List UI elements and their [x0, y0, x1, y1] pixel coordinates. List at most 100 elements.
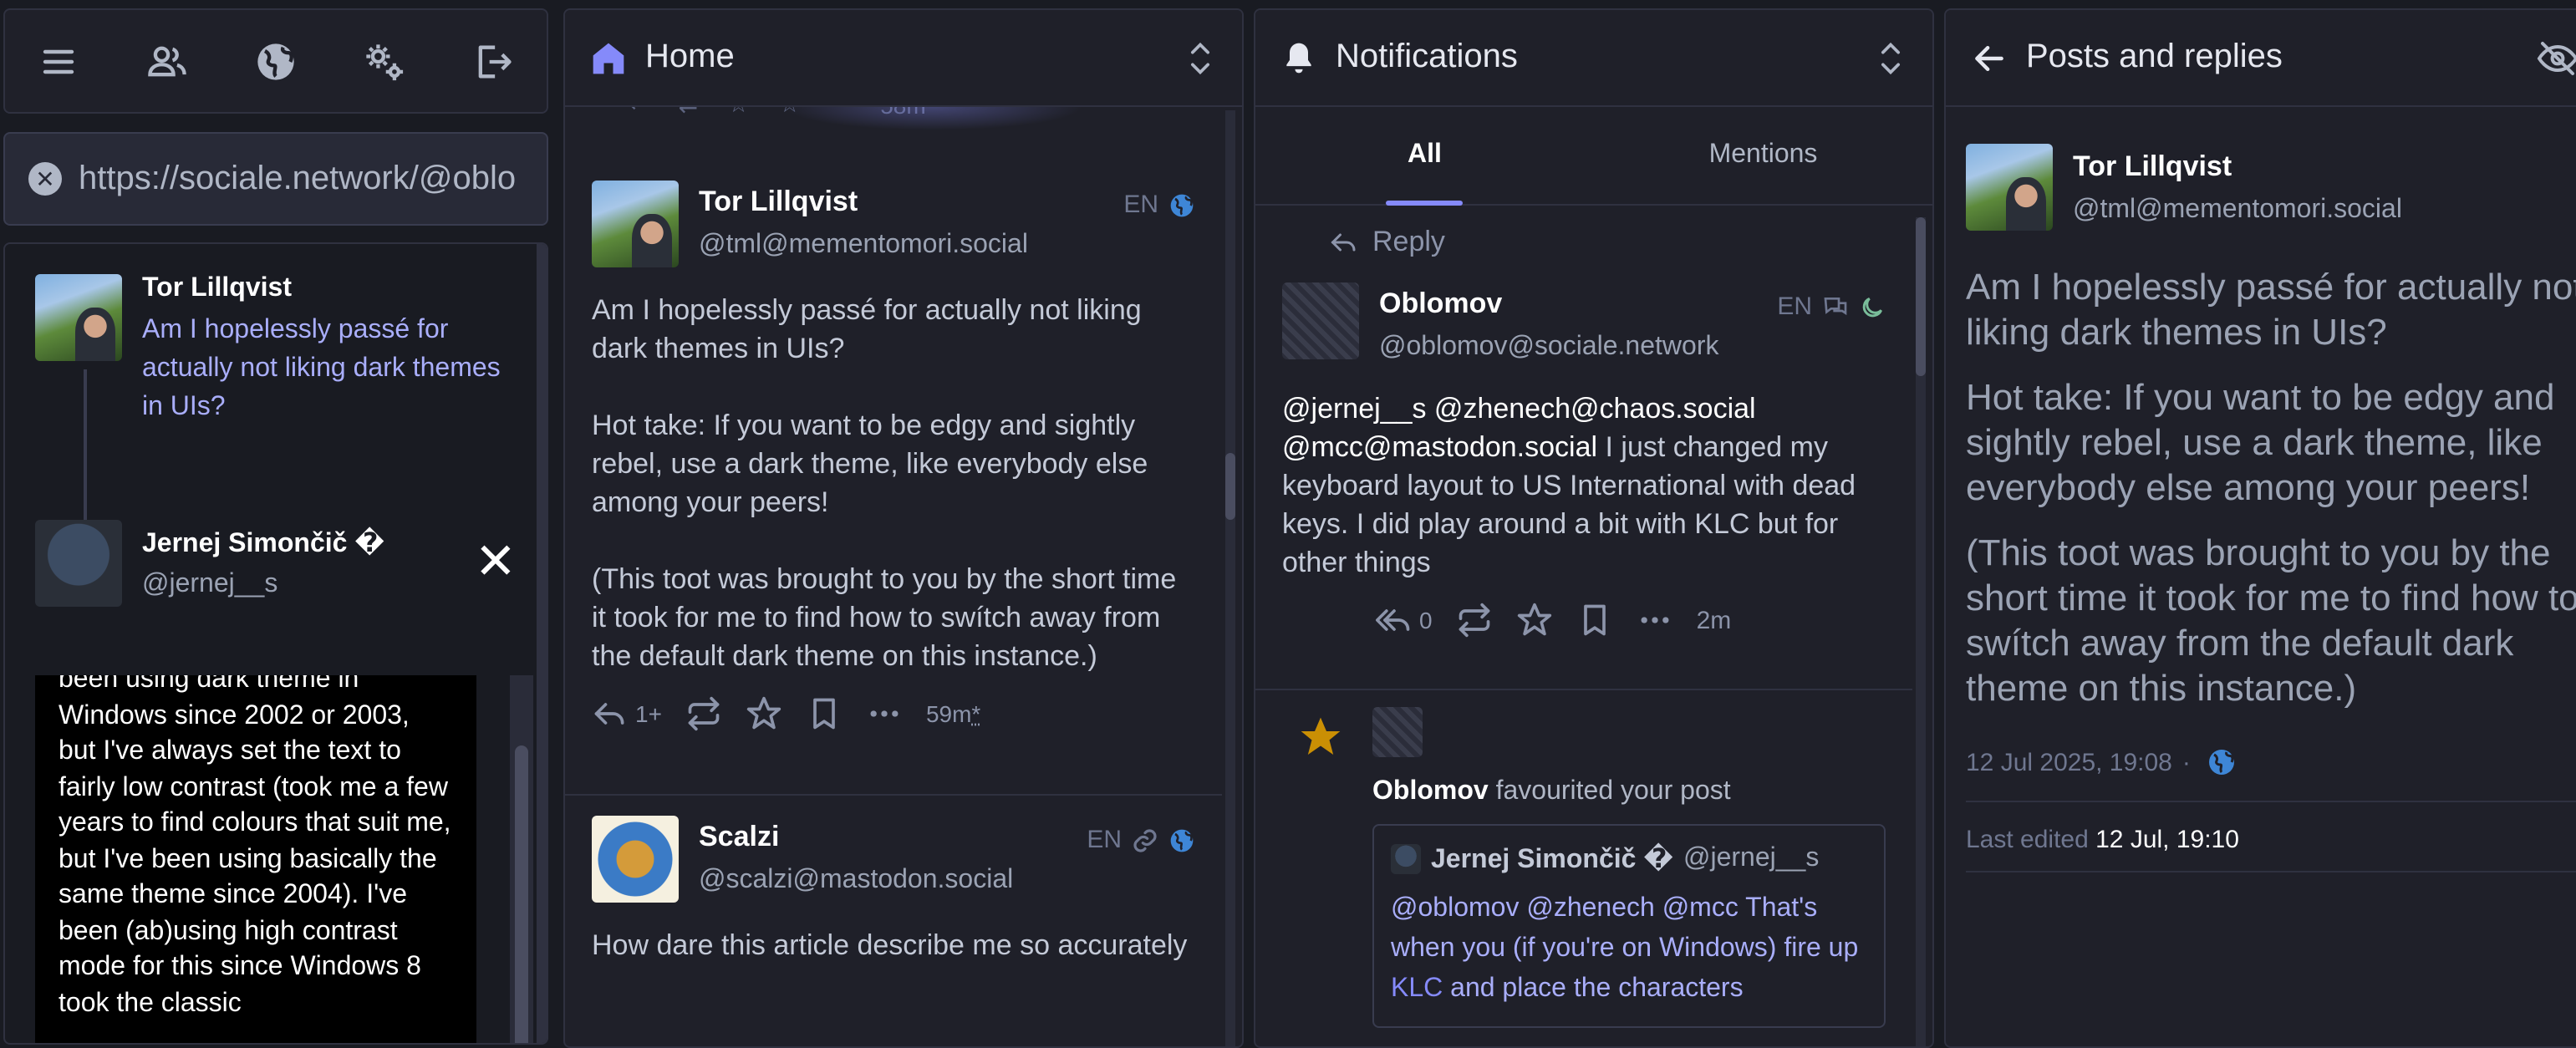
column-settings-icon[interactable] [1182, 39, 1219, 76]
avatar[interactable] [1966, 144, 2053, 231]
column-settings-icon[interactable] [1872, 39, 1909, 76]
globe-icon[interactable] [251, 36, 301, 86]
textarea-scroll-thumb[interactable] [515, 745, 528, 1043]
public-globe-icon [1168, 827, 1195, 853]
cancel-reply-icon[interactable]: ✕ [475, 537, 517, 588]
status-content: Am I hopelessly passé for actually not l… [592, 291, 1195, 675]
nav-bar-panel [3, 8, 548, 114]
home-icon [588, 38, 629, 78]
posts-header[interactable]: Posts and replies [1946, 10, 2576, 107]
reply-icon [1331, 233, 1356, 252]
more-button[interactable] [866, 695, 903, 732]
notifications-header[interactable]: Notifications [1255, 10, 1932, 107]
favourite-button[interactable] [746, 695, 782, 732]
status-card[interactable]: Tor Lillqvist @tml@mementomori.social EN… [565, 160, 1222, 796]
status-content: @jernej__s @zhenech@chaos.social @mcc@ma… [1282, 389, 1886, 582]
avatar[interactable] [1372, 707, 1423, 757]
avatar[interactable] [592, 181, 679, 267]
more-button[interactable] [1637, 602, 1673, 638]
notifications-scroll-thumb[interactable] [1916, 217, 1926, 376]
reply-button[interactable]: 1+ [592, 695, 662, 732]
star-icon[interactable]: ☆ [728, 107, 749, 119]
status-paragraph: How dare this article describe me so acc… [592, 929, 1188, 961]
status-author-name[interactable]: Scalzi [699, 821, 1087, 854]
more-icon [1641, 617, 1669, 623]
boost-button[interactable] [685, 695, 722, 732]
tab-mentions[interactable]: Mentions [1594, 107, 1932, 204]
status-time[interactable]: 59m* [926, 700, 980, 727]
klc-link[interactable]: KLC [1391, 974, 1443, 1003]
status-time[interactable]: 2m [1697, 606, 1732, 634]
link-icon [1132, 827, 1158, 853]
compose-account: Jernej Simončič � @jernej__s ✕ [35, 520, 517, 607]
status-paragraph: (This toot was brought to you by the sho… [592, 563, 1177, 672]
post-author-name[interactable]: Tor Lillqvist [2073, 150, 2576, 184]
avatar[interactable] [1282, 282, 1359, 359]
divider [1966, 801, 2576, 802]
reply-label: Reply [1372, 226, 1445, 257]
edit-history[interactable]: Last edited 12 Jul, 19:10 [1966, 826, 2576, 854]
post-metadata: 12 Jul 2025, 19:08 · [1966, 747, 2576, 777]
status-author-name[interactable]: Oblomov [1379, 287, 1777, 321]
home-title: Home [645, 38, 735, 75]
reply-author-name: Tor Lillqvist [142, 274, 292, 303]
status-paragraph: Am I hopelessly passé for actually not l… [592, 294, 1142, 364]
compose-scrollbar[interactable] [537, 244, 547, 1043]
clear-search-icon[interactable]: ✕ [28, 162, 62, 196]
favourite-actor[interactable]: Oblomov [1372, 777, 1489, 806]
boost-button[interactable] [1456, 602, 1493, 638]
menu-icon[interactable] [34, 36, 84, 86]
quoted-author-name: Jernej Simončič � [1431, 846, 1673, 874]
home-column: Home ↩ ⇄ ☆ ☆ 58m Tor Lillqvist @tml@meme… [563, 8, 1244, 1048]
edited-mark[interactable]: * [971, 700, 980, 727]
post-date[interactable]: 12 Jul 2025, 19:08 [1966, 748, 2172, 776]
gears-icon[interactable] [359, 36, 410, 86]
reply-all-icon [1376, 609, 1410, 631]
status-card[interactable]: Scalzi @scalzi@mastodon.social EN How da… [565, 796, 1222, 1046]
compose-textarea[interactable]: been using dark theme in Windows since 2… [35, 675, 476, 1043]
reply-all-button[interactable]: 0 [1376, 602, 1433, 638]
separator: · [2181, 748, 2191, 776]
favourite-button[interactable] [1516, 602, 1553, 638]
bookmark-button[interactable] [806, 695, 843, 732]
logout-icon[interactable] [467, 36, 517, 86]
status-author-handle[interactable]: @tml@mementomori.social [699, 231, 1123, 261]
status-content: How dare this article describe me so acc… [592, 926, 1195, 964]
favourite-notification[interactable]: Oblomov favourited your post Jernej Simo… [1255, 690, 1912, 1046]
status-author-handle[interactable]: @scalzi@mastodon.social [699, 866, 1087, 896]
mention-notification[interactable]: Reply Oblomov @oblomov@sociale.network E… [1255, 206, 1912, 690]
posts-column: Posts and replies Tor Lillqvist @tml@mem… [1944, 8, 2576, 1048]
reply-icon [594, 703, 624, 725]
status-paragraph: Hot take: If you want to be edgy and sig… [592, 410, 1148, 518]
home-header[interactable]: Home [565, 10, 1242, 107]
quiet-public-moon-icon [1859, 293, 1886, 320]
notifications-column: Notifications All Mentions Reply Oblomov… [1254, 8, 1934, 1048]
boost-icon[interactable]: ⇄ [678, 107, 697, 119]
quoted-post[interactable]: Jernej Simončič � @jernej__s @oblomov @z… [1372, 824, 1886, 1028]
back-arrow-icon[interactable] [1969, 38, 2009, 78]
status-author-name[interactable]: Tor Lillqvist [699, 186, 1123, 219]
status-author-handle[interactable]: @oblomov@sociale.network [1379, 333, 1777, 363]
avatar [35, 520, 122, 607]
people-icon[interactable] [142, 36, 192, 86]
posts-title: Posts and replies [2026, 38, 2283, 75]
notifications-title: Notifications [1336, 38, 1518, 75]
reply-icon[interactable]: ↩ [629, 107, 648, 119]
account-handle: @jernej__s [142, 570, 278, 598]
status-action-bar: 0 2m [1376, 602, 1886, 638]
reply-indicator: Reply [1329, 226, 1886, 259]
bookmark-button[interactable] [1576, 602, 1613, 638]
language-label: EN [1087, 826, 1122, 854]
avatar[interactable] [592, 816, 679, 903]
home-scrollbar[interactable] [1225, 110, 1235, 1046]
nav-bar [5, 10, 547, 112]
search-input[interactable]: https://sociale.network/@oblo [79, 160, 516, 198]
hide-eye-icon[interactable] [2534, 39, 2576, 76]
search-field[interactable]: ✕ https://sociale.network/@oblo [3, 132, 548, 226]
tab-all[interactable]: All [1255, 107, 1594, 204]
reply-count: 1+ [635, 700, 662, 727]
home-scroll-thumb[interactable] [1225, 453, 1235, 520]
notifications-scrollbar[interactable] [1916, 217, 1926, 1046]
post-author-handle[interactable]: @tml@mementomori.social [2073, 196, 2576, 226]
compose-panel: Tor Lillqvist Am I hopelessly passé for … [3, 242, 548, 1045]
